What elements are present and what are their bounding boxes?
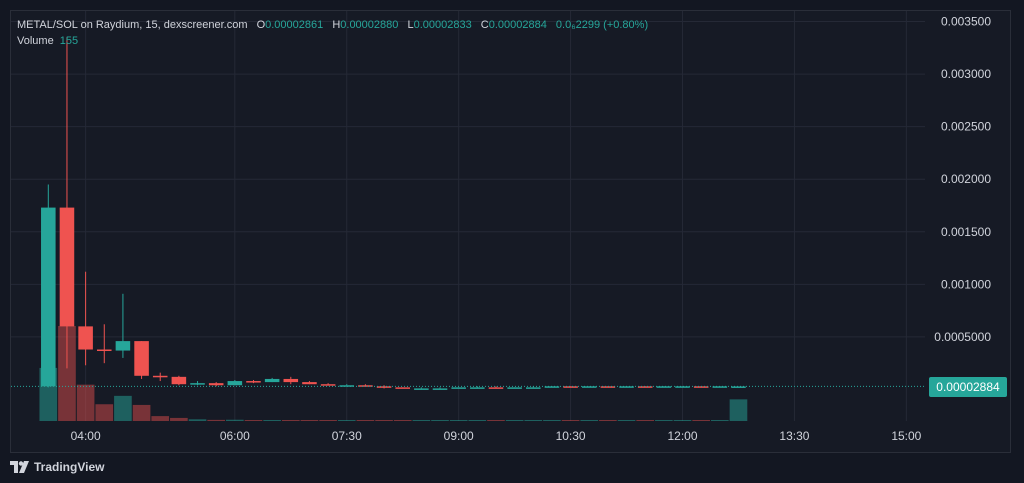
volume-bar xyxy=(356,420,375,421)
candle-body xyxy=(171,376,187,385)
volume-bar xyxy=(487,420,505,421)
volume-bar xyxy=(617,420,636,421)
time-axis: 04:00 06:00 07:30 09:00 10:30 12:00 13:30 15:00 xyxy=(71,429,922,443)
high-value: 0.00002880 xyxy=(340,19,399,31)
volume-bar xyxy=(151,416,170,421)
volume-bar xyxy=(76,384,95,421)
volume-bar xyxy=(673,420,692,421)
candle-body xyxy=(208,383,224,386)
candle-body xyxy=(227,381,243,386)
candle-body xyxy=(302,382,317,385)
price-tick-label: 0.001500 xyxy=(941,225,991,239)
candle-body xyxy=(507,387,522,389)
volume-bar xyxy=(599,420,617,421)
open-label: O xyxy=(256,19,266,31)
volume-bar xyxy=(543,420,561,421)
time-tick-label: 13:30 xyxy=(779,429,809,443)
volume-bar xyxy=(95,404,114,421)
candle-body xyxy=(488,387,504,389)
volume-bar xyxy=(412,420,431,421)
time-tick-label: 06:00 xyxy=(220,429,250,443)
volume-bar xyxy=(580,420,599,421)
candle-body xyxy=(320,384,336,386)
close-value: 0.00002884 xyxy=(488,19,547,31)
time-tick-label: 09:00 xyxy=(444,429,474,443)
volume-bar xyxy=(132,404,151,421)
volume-bar xyxy=(468,420,487,421)
volume-bar xyxy=(263,420,281,421)
volume-bar xyxy=(710,420,729,421)
candle-body xyxy=(451,387,466,389)
last-price-tag: 0.00002884 xyxy=(929,377,1007,397)
open-value: 0.00002861 xyxy=(265,19,324,31)
candle-body xyxy=(78,326,93,350)
low-value: 0.00002833 xyxy=(413,19,472,31)
volume-bar xyxy=(636,420,655,421)
volume-bar xyxy=(692,420,710,421)
volume-bar xyxy=(337,420,356,421)
time-tick-label: 10:30 xyxy=(556,429,586,443)
candle-body xyxy=(152,375,168,378)
candle-body xyxy=(115,341,131,351)
time-tick-label: 15:00 xyxy=(891,429,921,443)
change-value: 0.0₆2299 (+0.80%) xyxy=(555,19,649,31)
volume-bar xyxy=(300,420,319,421)
volume-bar xyxy=(114,395,132,421)
volume-bar xyxy=(375,420,393,421)
candle-body xyxy=(96,349,112,352)
volume-row: Volume 155 xyxy=(17,33,648,49)
price-tick-label: 0.003000 xyxy=(941,67,991,81)
volume-bar xyxy=(207,419,226,421)
volume-bar xyxy=(561,420,580,421)
candle-body xyxy=(395,387,410,389)
volume-bar xyxy=(319,420,337,421)
candle-body xyxy=(526,387,541,389)
volume-bar xyxy=(505,420,524,421)
time-tick-label: 07:30 xyxy=(332,429,362,443)
volume-bar xyxy=(431,420,449,421)
price-tick-label: 0.0005000 xyxy=(934,330,991,344)
volume-bar xyxy=(524,420,543,421)
volume-bar xyxy=(655,420,673,421)
candle-body xyxy=(470,387,485,389)
candle-body xyxy=(134,341,149,376)
price-tick-label: 0.002500 xyxy=(941,120,991,134)
volume-bar xyxy=(393,420,412,421)
volume-value: 155 xyxy=(59,35,79,47)
volume-bar xyxy=(170,417,188,421)
price-tick-label: 0.002000 xyxy=(941,172,991,186)
candle-body xyxy=(246,381,261,383)
candle-body xyxy=(414,388,429,390)
volume-bar xyxy=(226,419,244,421)
chart-legend: METAL/SOL on Raydium, 15, dexscreener.co… xyxy=(17,17,648,49)
volume-bar xyxy=(244,420,263,421)
chart-panel[interactable]: 0.003500 0.003000 0.002500 0.002000 0.001500… xyxy=(10,10,1011,453)
volume-label: Volume xyxy=(17,35,54,47)
volume-bar xyxy=(188,419,207,421)
time-tick-label: 04:00 xyxy=(71,429,101,443)
candle-body xyxy=(59,207,75,327)
volume-bar xyxy=(449,420,468,421)
candle-body xyxy=(283,378,299,383)
price-axis: 0.003500 0.003000 0.002500 0.002000 0.001500… xyxy=(934,15,991,344)
candle-body xyxy=(190,383,205,385)
close-label: C xyxy=(480,19,489,31)
candle-body xyxy=(264,378,280,383)
tradingview-icon xyxy=(10,461,29,473)
tradingview-name: TradingView xyxy=(34,460,105,474)
price-tick-label: 0.001000 xyxy=(941,277,991,291)
time-tick-label: 12:00 xyxy=(667,429,697,443)
price-chart[interactable]: 0.003500 0.003000 0.002500 0.002000 0.001500… xyxy=(11,11,1010,452)
candle-body xyxy=(432,388,448,390)
volume-bar xyxy=(729,399,748,421)
ohlc-row: METAL/SOL on Raydium, 15, dexscreener.co… xyxy=(17,17,648,33)
volume-bar xyxy=(281,420,300,421)
tradingview-logo[interactable]: TradingView xyxy=(10,459,104,475)
price-tick-label: 0.003500 xyxy=(941,15,991,29)
symbol-title: METAL/SOL on Raydium, 15, dexscreener.co… xyxy=(17,19,248,31)
candle-body xyxy=(41,207,56,387)
